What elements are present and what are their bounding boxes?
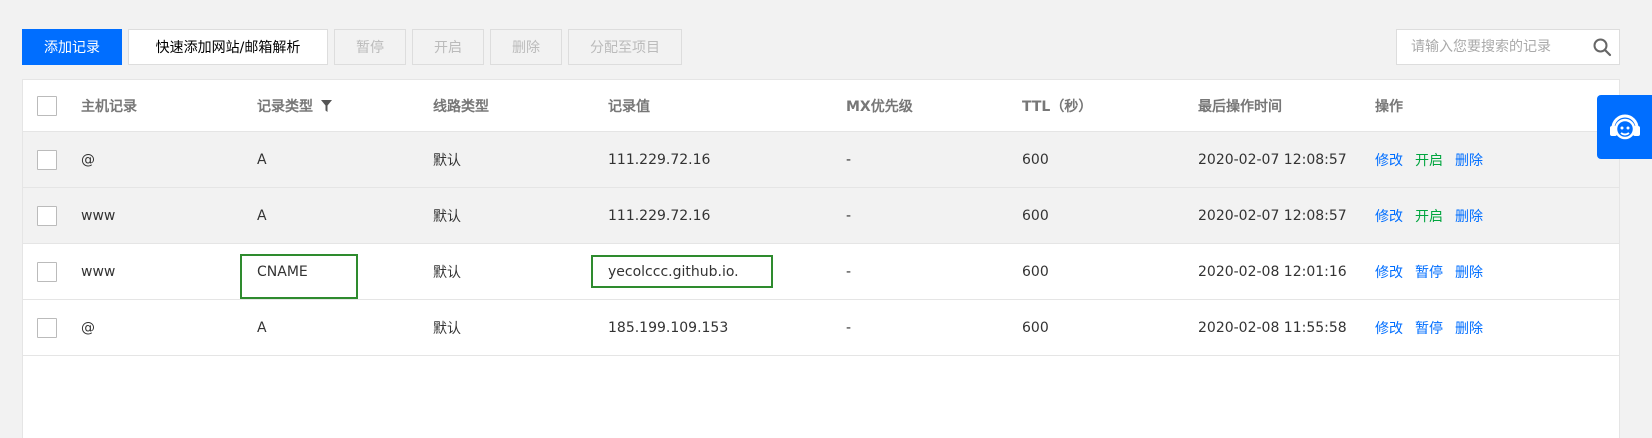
table-row: @ A 默认 185.199.109.153 - 600 2020-02-08 … — [23, 300, 1619, 356]
table-row: www CNAME 默认 yecolccc.github.io. - 600 2… — [23, 244, 1619, 300]
pause-link[interactable]: 暂停 — [1415, 262, 1443, 282]
dns-records-table: 主机记录 记录类型 线路类型 记录值 MX优先级 TTL（秒） 最后操作时间 操… — [22, 79, 1620, 438]
header-type[interactable]: 记录类型 — [257, 80, 332, 131]
cell-ops: 修改 暂停 删除 — [1375, 300, 1495, 355]
cell-host: @ — [81, 151, 95, 168]
delete-link[interactable]: 删除 — [1455, 318, 1483, 338]
header-value: 记录值 — [608, 98, 650, 115]
search-box — [1396, 29, 1620, 65]
delete-link[interactable]: 删除 — [1455, 150, 1483, 170]
cell-value: yecolccc.github.io. — [608, 263, 739, 280]
cell-type: A — [257, 319, 267, 336]
edit-link[interactable]: 修改 — [1375, 206, 1403, 226]
delete-link[interactable]: 删除 — [1455, 206, 1483, 226]
cell-value: 111.229.72.16 — [608, 151, 711, 168]
pause-link[interactable]: 暂停 — [1415, 318, 1443, 338]
header-ops: 操作 — [1375, 98, 1403, 115]
cell-value: 111.229.72.16 — [608, 207, 711, 224]
cell-time: 2020-02-08 11:55:58 — [1198, 319, 1347, 336]
table-row: @ A 默认 111.229.72.16 - 600 2020-02-07 12… — [23, 132, 1619, 188]
edit-link[interactable]: 修改 — [1375, 318, 1403, 338]
table-header: 主机记录 记录类型 线路类型 记录值 MX优先级 TTL（秒） 最后操作时间 操… — [23, 80, 1619, 132]
cell-ttl: 600 — [1022, 151, 1049, 168]
cell-type: A — [257, 151, 267, 168]
cell-host: www — [81, 207, 116, 224]
customer-service-widget[interactable] — [1597, 95, 1652, 159]
edit-link[interactable]: 修改 — [1375, 262, 1403, 282]
row-checkbox[interactable] — [37, 317, 57, 338]
cell-ttl: 600 — [1022, 263, 1049, 280]
cell-line: 默认 — [433, 208, 461, 225]
cell-line: 默认 — [433, 152, 461, 169]
select-all-checkbox[interactable] — [37, 95, 57, 116]
cell-line: 默认 — [433, 264, 461, 281]
cell-type: CNAME — [257, 263, 308, 280]
cell-line: 默认 — [433, 320, 461, 337]
cell-host: @ — [81, 319, 95, 336]
cell-time: 2020-02-07 12:08:57 — [1198, 207, 1347, 224]
row-checkbox[interactable] — [37, 261, 57, 282]
cell-ops: 修改 暂停 删除 — [1375, 244, 1495, 299]
search-input[interactable] — [1397, 30, 1585, 64]
cell-time: 2020-02-08 12:01:16 — [1198, 263, 1347, 280]
quick-add-button[interactable]: 快速添加网站/邮箱解析 — [128, 29, 328, 65]
cell-value: 185.199.109.153 — [608, 319, 729, 336]
delete-button[interactable]: 删除 — [490, 29, 562, 65]
cell-mx: - — [846, 207, 852, 224]
cell-mx: - — [846, 319, 852, 336]
assign-project-button[interactable]: 分配至项目 — [568, 29, 682, 65]
table-row: www A 默认 111.229.72.16 - 600 2020-02-07 … — [23, 188, 1619, 244]
cell-ttl: 600 — [1022, 319, 1049, 336]
header-type-label: 记录类型 — [257, 98, 313, 115]
enable-button[interactable]: 开启 — [412, 29, 484, 65]
enable-link[interactable]: 开启 — [1415, 150, 1443, 170]
header-mx: MX优先级 — [846, 98, 913, 115]
row-checkbox[interactable] — [37, 149, 57, 170]
cell-ttl: 600 — [1022, 207, 1049, 224]
header-ttl: TTL（秒） — [1022, 98, 1093, 115]
header-host: 主机记录 — [81, 98, 137, 115]
cell-mx: - — [846, 263, 852, 280]
enable-link[interactable]: 开启 — [1415, 206, 1443, 226]
cell-ops: 修改 开启 删除 — [1375, 188, 1495, 243]
add-record-button[interactable]: 添加记录 — [22, 29, 122, 65]
pause-button[interactable]: 暂停 — [334, 29, 406, 65]
delete-link[interactable]: 删除 — [1455, 262, 1483, 282]
cell-ops: 修改 开启 删除 — [1375, 132, 1495, 187]
filter-icon[interactable] — [321, 99, 332, 112]
toolbar: 添加记录 快速添加网站/邮箱解析 暂停 开启 删除 分配至项目 — [22, 29, 682, 65]
cell-host: www — [81, 263, 116, 280]
cell-type: A — [257, 207, 267, 224]
cell-mx: - — [846, 151, 852, 168]
header-line: 线路类型 — [433, 98, 489, 115]
cell-time: 2020-02-07 12:08:57 — [1198, 151, 1347, 168]
header-time: 最后操作时间 — [1198, 98, 1282, 115]
edit-link[interactable]: 修改 — [1375, 150, 1403, 170]
search-icon[interactable] — [1585, 30, 1619, 64]
row-checkbox[interactable] — [37, 205, 57, 226]
customer-service-icon — [1606, 108, 1644, 146]
